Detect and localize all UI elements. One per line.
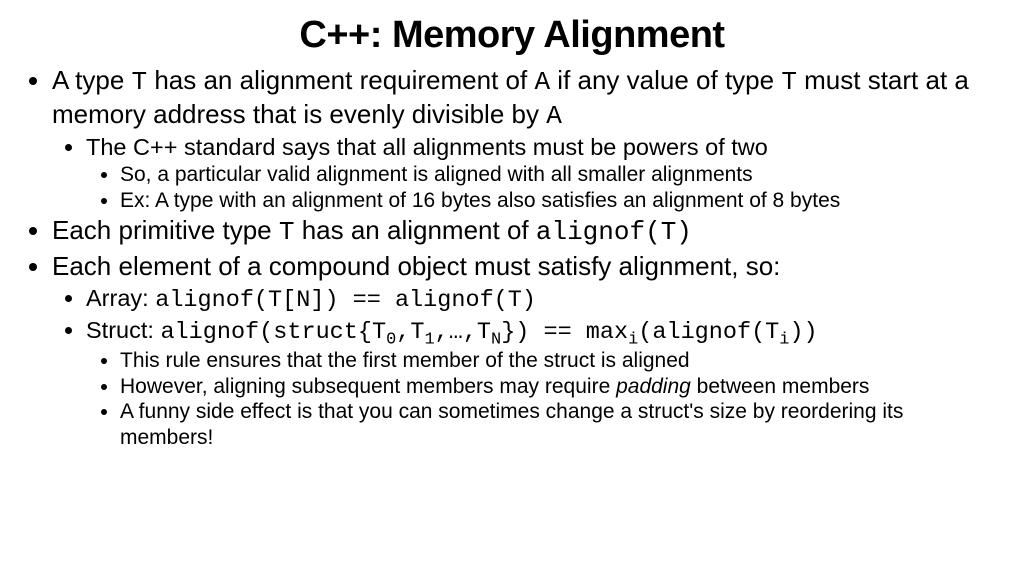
text: Each element of a compound object must s… [52,251,780,281]
text: So, a particular valid alignment is alig… [120,163,753,186]
text: has an alignment of [294,215,535,245]
code-inline: alignof(T[N]) == alignof(T) [155,287,536,314]
slide: C++: Memory Alignment A type T has an al… [0,0,1024,576]
bullet-1: A type T has an alignment requirement of… [52,65,996,213]
code-inline: T [781,67,797,97]
code-inline: alignof(T) [536,217,692,247]
slide-title: C++: Memory Alignment [28,14,996,57]
bullet-1-1-2: Ex: A type with an alignment of 16 bytes… [120,188,996,214]
code-inline: A [534,67,550,97]
bullet-3: Each element of a compound object must s… [52,251,996,450]
bullet-3-1: Array: alignof(T[N]) == alignof(T) [86,284,996,316]
code-inline: alignof(struct{T0,T1,…,TN}) == maxi(alig… [160,319,817,346]
code-inline: T [279,217,295,247]
bullet-3-2-1: This rule ensures that the first member … [120,348,996,374]
code-inline: A [546,101,562,131]
text: Struct: [86,317,160,343]
text: A funny side effect is that you can some… [120,400,903,449]
text: between members [691,375,870,398]
bullet-list: A type T has an alignment requirement of… [28,65,996,451]
text: The C++ standard says that all alignment… [86,134,768,160]
bullet-3-2-3: A funny side effect is that you can some… [120,399,996,450]
italic: padding [616,375,691,398]
text: Each primitive type [52,215,279,245]
bullet-2: Each primitive type T has an alignment o… [52,215,996,249]
text: A type [52,65,132,95]
text: However, aligning subsequent members may… [120,375,616,398]
text: has an alignment requirement of [147,65,534,95]
bullet-1-1: The C++ standard says that all alignment… [86,133,996,213]
bullet-1-1-1: So, a particular valid alignment is alig… [120,162,996,188]
code-inline: T [132,67,148,97]
text: if any value of type [550,65,781,95]
text: This rule ensures that the first member … [120,349,690,372]
bullet-3-2: Struct: alignof(struct{T0,T1,…,TN}) == m… [86,316,996,450]
text: Ex: A type with an alignment of 16 bytes… [120,189,840,212]
bullet-3-2-2: However, aligning subsequent members may… [120,374,996,400]
text: Array: [86,285,155,311]
